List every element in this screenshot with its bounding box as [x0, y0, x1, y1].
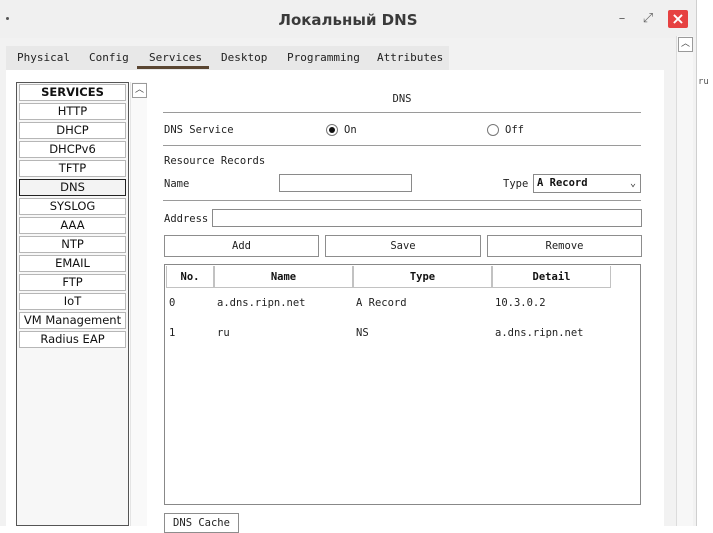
record-detail: a.dns.ripn.net	[495, 327, 584, 339]
type-label: Type	[503, 178, 529, 190]
dns-server-window: Локальный DNS – ⤢ × Physical Config Serv…	[0, 0, 697, 533]
type-select[interactable]: A Record ⌄	[533, 174, 641, 193]
column-header-detail[interactable]: Detail	[492, 266, 611, 288]
maximize-icon[interactable]: ⤢	[639, 10, 657, 28]
column-header-no[interactable]: No.	[166, 266, 214, 288]
tab-desktop[interactable]: Desktop	[221, 46, 267, 70]
record-type: NS	[356, 327, 369, 339]
record-name: a.dns.ripn.net	[217, 297, 306, 309]
tab-config[interactable]: Config	[89, 46, 129, 70]
dns-on-label[interactable]: On	[344, 124, 357, 136]
service-item-vm-management[interactable]: VM Management	[19, 312, 126, 329]
tab-bar: Physical Config Services Desktop Program…	[6, 46, 449, 70]
service-item-email[interactable]: EMAIL	[19, 255, 126, 272]
window-scrollbar[interactable]: ︿	[676, 36, 693, 526]
service-item-dns[interactable]: DNS	[19, 179, 126, 196]
scroll-up-icon[interactable]: ︿	[678, 37, 693, 52]
name-label: Name	[164, 178, 190, 190]
service-item-iot[interactable]: IoT	[19, 293, 126, 310]
type-select-value: A Record	[537, 177, 588, 189]
tab-physical[interactable]: Physical	[17, 46, 70, 70]
address-label: Address	[164, 213, 209, 225]
column-header-type[interactable]: Type	[353, 266, 492, 288]
record-type: A Record	[356, 297, 407, 309]
title-bar: Локальный DNS – ⤢ ×	[0, 0, 696, 38]
background-window-text: ru	[698, 77, 709, 87]
services-list-scrollbar[interactable]: ︿	[130, 82, 147, 526]
service-item-http[interactable]: HTTP	[19, 103, 126, 120]
divider	[163, 112, 641, 113]
row-number: 0	[169, 297, 176, 309]
chevron-down-icon: ⌄	[629, 178, 636, 189]
service-item-tftp[interactable]: TFTP	[19, 160, 126, 177]
address-input[interactable]	[212, 209, 642, 227]
service-item-syslog[interactable]: SYSLOG	[19, 198, 126, 215]
column-header-name[interactable]: Name	[214, 266, 353, 288]
dns-service-label: DNS Service	[164, 124, 234, 136]
row-number: 1	[169, 327, 176, 339]
close-button[interactable]: ×	[668, 10, 688, 28]
service-item-ntp[interactable]: NTP	[19, 236, 126, 253]
scroll-up-icon[interactable]: ︿	[132, 83, 147, 98]
minimize-icon[interactable]: –	[613, 10, 631, 28]
record-name: ru	[217, 327, 230, 339]
service-item-radius-eap[interactable]: Radius EAP	[19, 331, 126, 348]
divider	[163, 145, 641, 146]
dns-on-radio[interactable]	[326, 124, 338, 136]
dns-off-label[interactable]: Off	[505, 124, 524, 136]
service-item-aaa[interactable]: AAA	[19, 217, 126, 234]
add-button[interactable]: Add	[164, 235, 319, 257]
services-header: SERVICES	[19, 84, 126, 101]
service-item-dhcp[interactable]: DHCP	[19, 122, 126, 139]
dns-panel-title: DNS	[392, 93, 412, 105]
dns-off-radio[interactable]	[487, 124, 499, 136]
service-item-ftp[interactable]: FTP	[19, 274, 126, 291]
dns-records-table: No. Name Type Detail 0 a.dns.ripn.net A …	[164, 264, 641, 505]
tab-attributes[interactable]: Attributes	[377, 46, 443, 70]
resource-records-label: Resource Records	[164, 155, 266, 167]
dns-cache-button[interactable]: DNS Cache	[164, 513, 239, 533]
services-list: SERVICES HTTP DHCP DHCPv6 TFTP DNS SYSLO…	[16, 82, 129, 526]
service-item-dhcpv6[interactable]: DHCPv6	[19, 141, 126, 158]
active-tab-indicator	[137, 66, 209, 69]
record-detail: 10.3.0.2	[495, 297, 546, 309]
save-button[interactable]: Save	[325, 235, 481, 257]
window-title: Локальный DNS	[278, 11, 418, 29]
divider	[163, 200, 641, 201]
tab-programming[interactable]: Programming	[287, 46, 360, 70]
remove-button[interactable]: Remove	[487, 235, 642, 257]
name-input[interactable]	[279, 174, 412, 192]
